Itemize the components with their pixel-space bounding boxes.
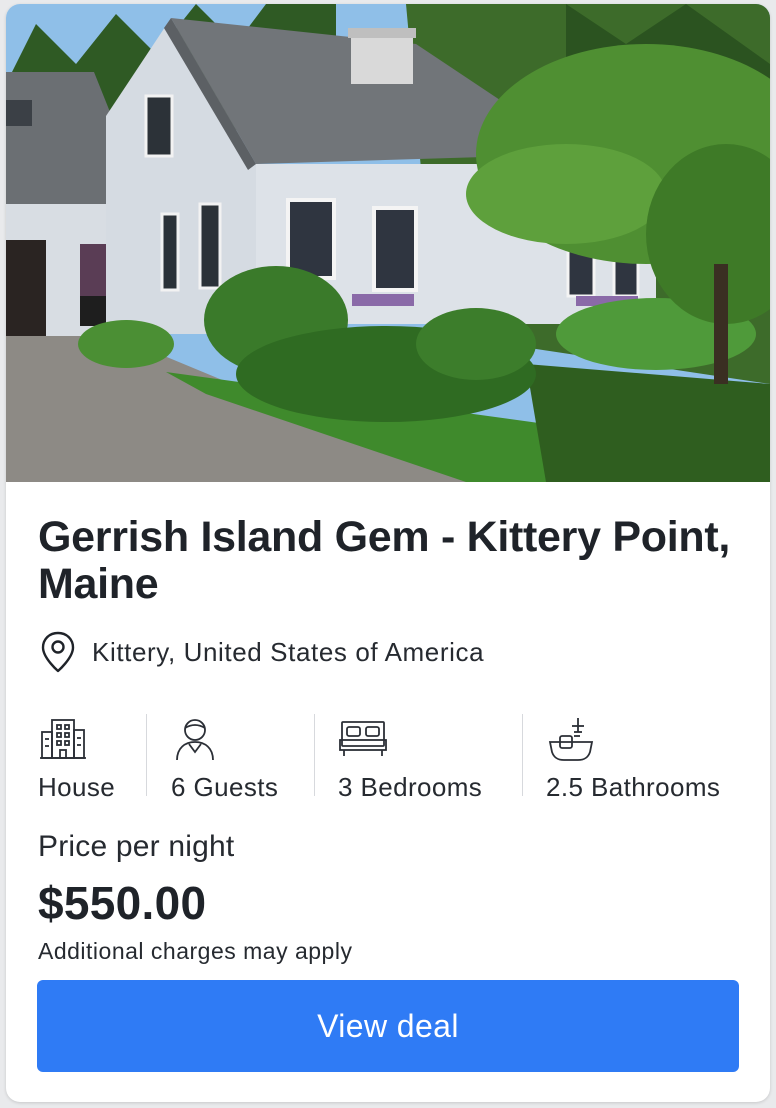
map-pin-icon <box>41 631 75 673</box>
feature-label: 2.5 Bathrooms <box>546 772 721 802</box>
bathtub-icon <box>548 718 594 761</box>
feature-label: 6 Guests <box>171 772 279 802</box>
price-label: Price per night <box>38 830 235 863</box>
feature-divider <box>522 714 523 796</box>
guest-icon <box>176 719 214 761</box>
feature-label: 3 Bedrooms <box>338 772 483 802</box>
feature-label: House <box>38 772 116 802</box>
price-value: $550.00 <box>38 877 207 929</box>
listing-photo[interactable] <box>6 4 770 482</box>
listing-title[interactable]: Gerrish Island Gem - Kittery Point, Main… <box>38 514 738 608</box>
price-note: Additional charges may apply <box>38 938 353 964</box>
feature-list: House 6 Guests 3 Bedrooms 2.5 Bathrooms <box>38 710 748 802</box>
bed-icon <box>339 721 387 756</box>
location-text: Kittery, United States of America <box>92 636 485 667</box>
listing-card: Gerrish Island Gem - Kittery Point, Main… <box>6 4 770 1102</box>
location-row: Kittery, United States of America <box>38 630 484 674</box>
view-deal-button[interactable]: View deal <box>37 980 739 1072</box>
building-icon <box>40 719 86 759</box>
feature-divider <box>314 714 315 796</box>
feature-divider <box>146 714 147 796</box>
